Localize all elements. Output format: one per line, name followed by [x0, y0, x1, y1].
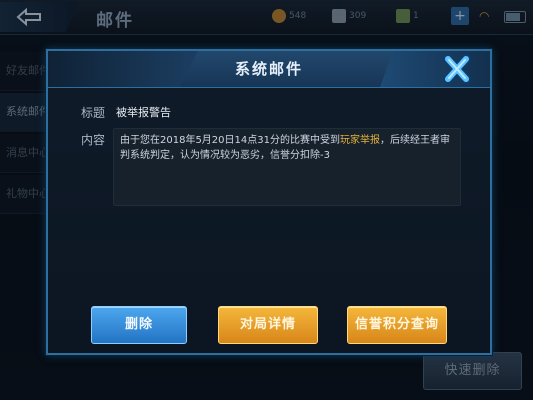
delete-button[interactable]: 删除 — [91, 306, 187, 344]
content-box: 由于您在2018年5月20日14点31分的比赛中受到玩家举报，后续经王者审判系统… — [113, 128, 461, 206]
close-icon — [443, 54, 471, 84]
mail-content: 由于您在2018年5月20日14点31分的比赛中受到玩家举报，后续经王者审判系统… — [120, 135, 450, 161]
match-details-button[interactable]: 对局详情 — [218, 306, 318, 344]
report-highlight: 玩家举报 — [340, 135, 380, 146]
dialog-title: 系统邮件 — [234, 60, 303, 78]
content-label: 内容 — [81, 133, 106, 147]
credit-score-query-button[interactable]: 信誉积分查询 — [347, 306, 447, 344]
close-button[interactable] — [440, 53, 474, 85]
subject-value: 被举报警告 — [116, 106, 171, 119]
system-mail-dialog: 系统邮件 标题 被举报警告 内容 由于您在2018年5月20日14点31分的比赛… — [46, 49, 492, 355]
subject-label: 标题 — [81, 106, 106, 120]
dialog-header: 系统邮件 — [48, 51, 490, 88]
